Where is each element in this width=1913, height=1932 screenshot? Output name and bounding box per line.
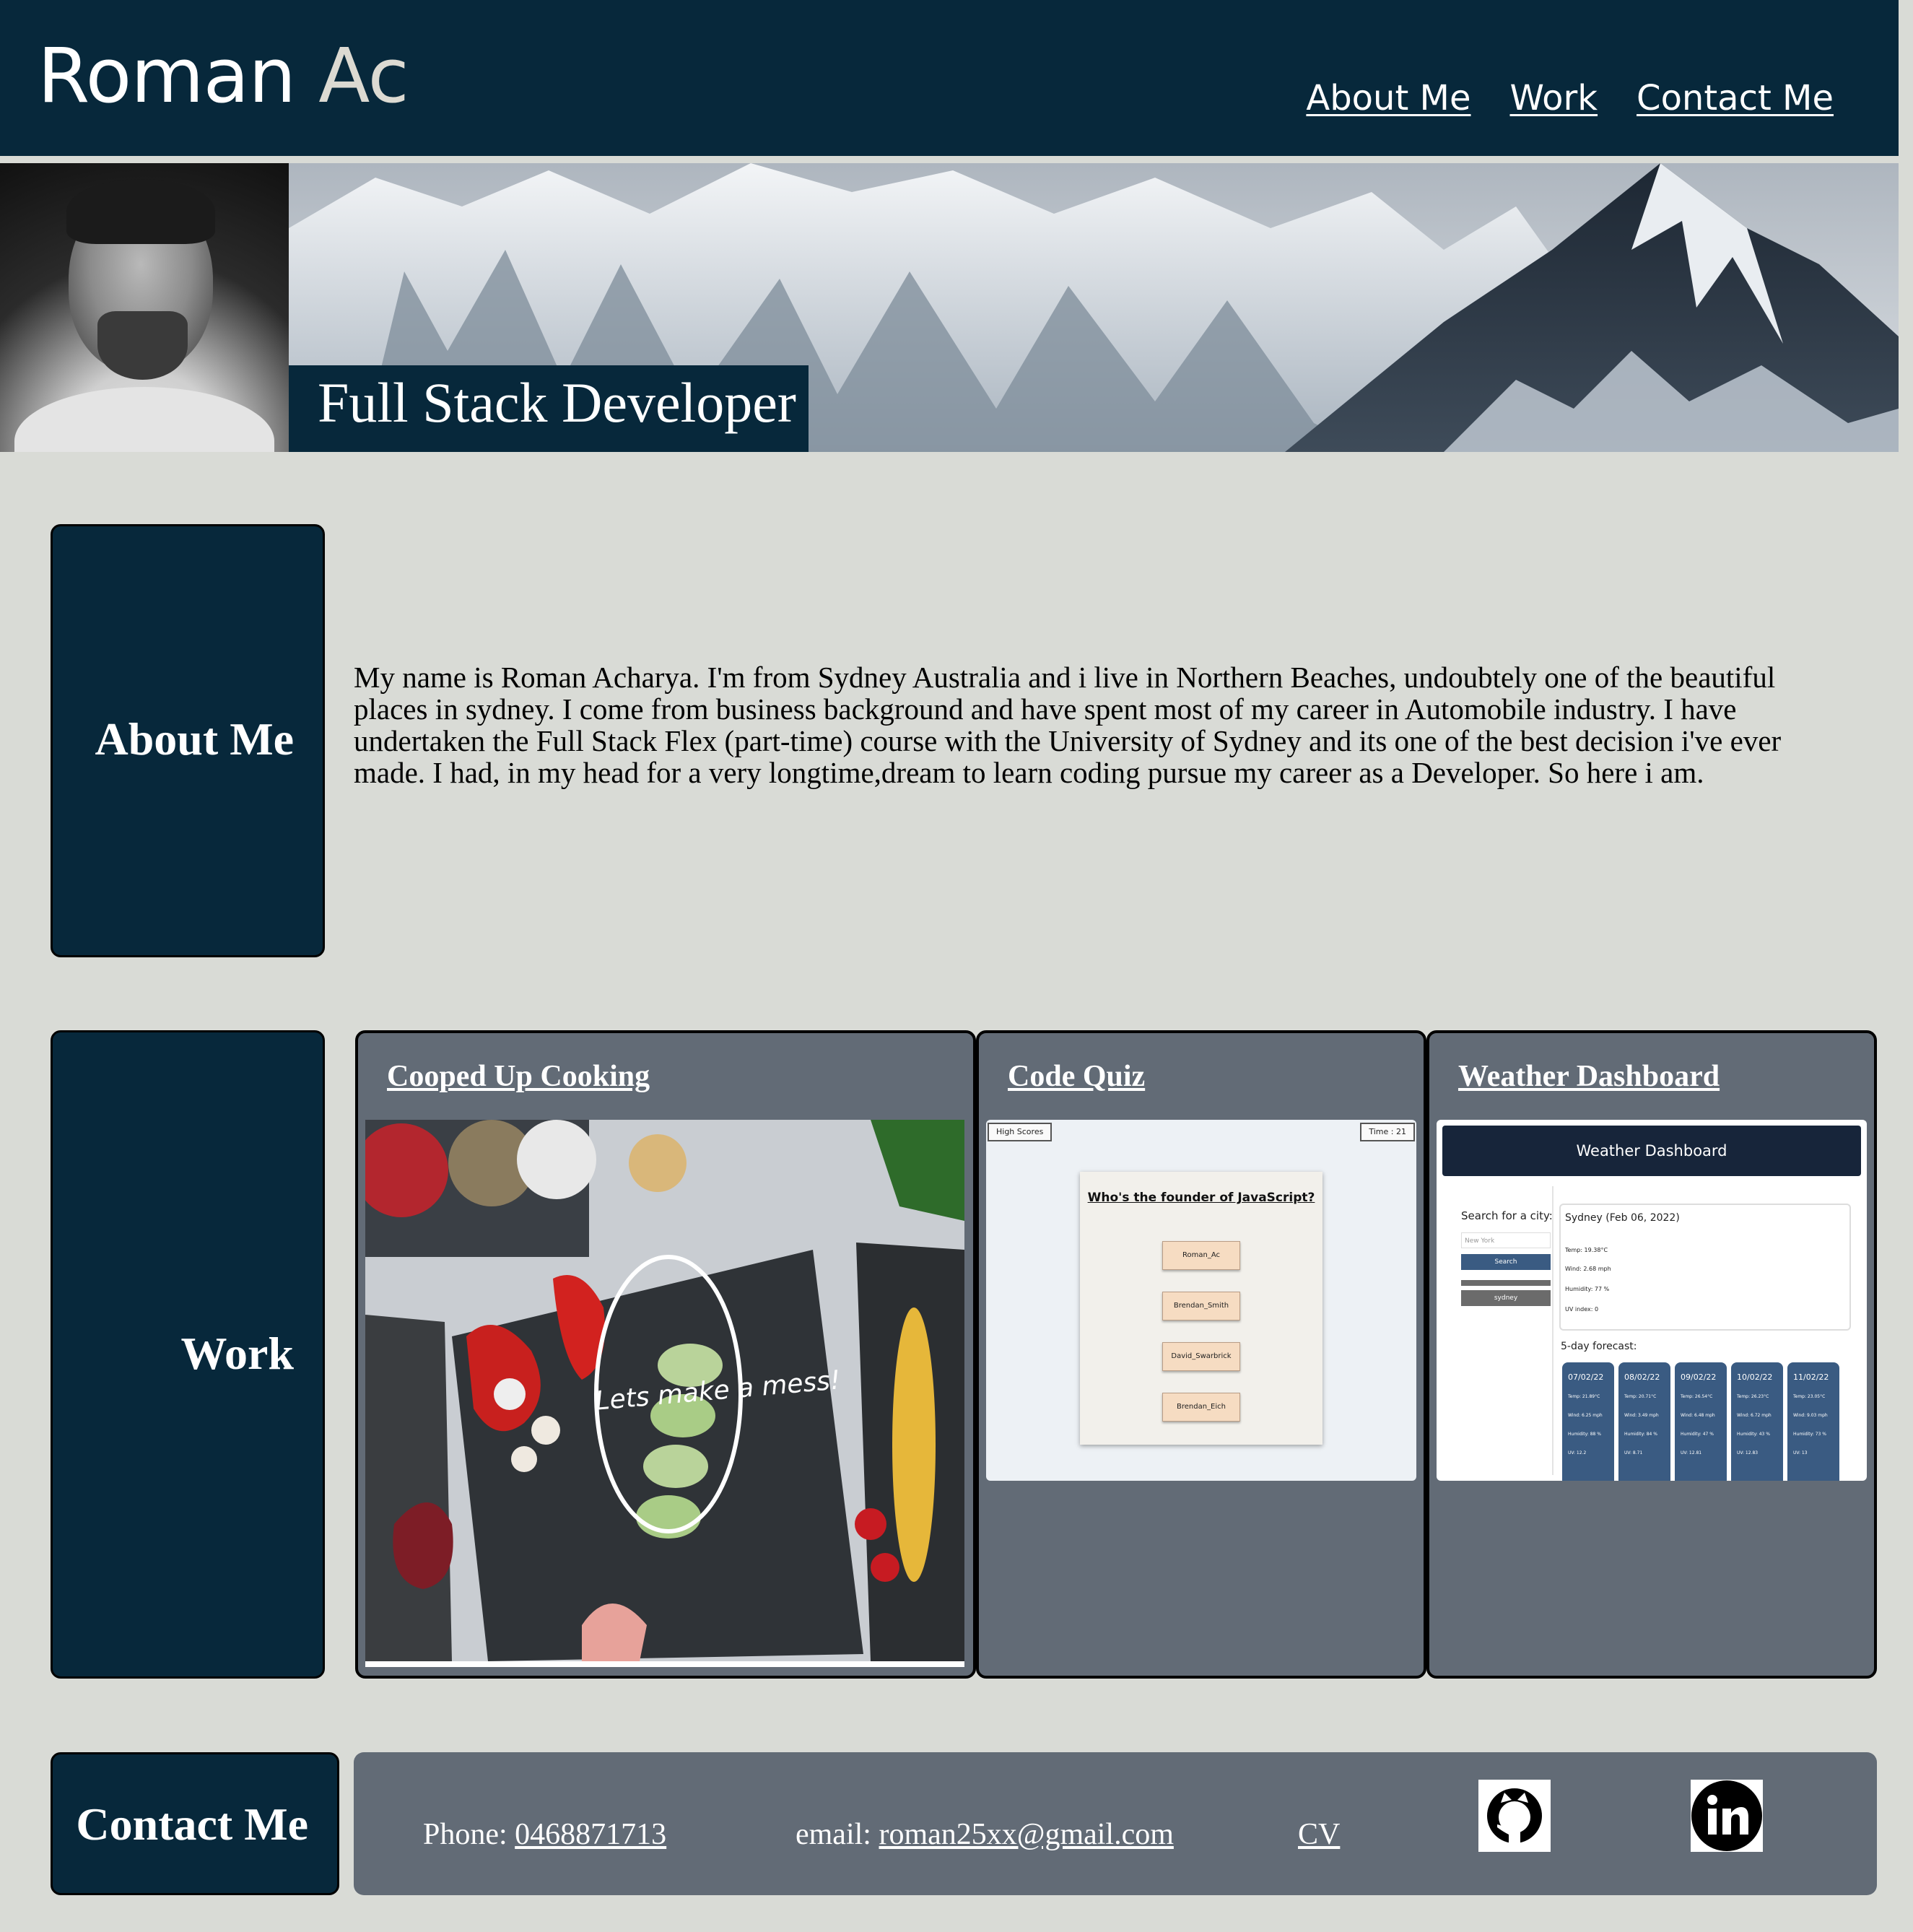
forecast-wind: Wind: 3.49 mph	[1624, 1413, 1659, 1418]
github-icon[interactable]	[1478, 1780, 1551, 1852]
weather-search-input: New York	[1461, 1232, 1551, 1248]
forecast-uv: UV: 12.83	[1737, 1450, 1759, 1455]
quiz-timer: Time : 21	[1360, 1123, 1415, 1141]
forecast-uv: UV: 13	[1793, 1450, 1808, 1455]
nav-work-link[interactable]: Work	[1510, 78, 1598, 118]
quiz-answer: Brendan_Eich	[1162, 1393, 1240, 1422]
forecast-uv: UV: 12.2	[1568, 1450, 1587, 1455]
weather-current: Sydney (Feb 06, 2022) Temp: 19.38°C Wind…	[1559, 1204, 1851, 1331]
forecast-temp: Temp: 26.23°C	[1737, 1394, 1769, 1399]
about-text: My name is Roman Acharya. I'm from Sydne…	[354, 661, 1782, 789]
forecast-wind: Wind: 9.03 mph	[1793, 1413, 1828, 1418]
cv-link[interactable]: CV	[1298, 1818, 1340, 1851]
weather-uv: UV index: 0	[1565, 1306, 1599, 1313]
weather-humidity: Humidity: 77 %	[1565, 1286, 1610, 1292]
contact-phone: Phone: 0468871713	[423, 1817, 666, 1852]
forecast-day-card: 09/02/22 Temp: 26.54°C Wind: 6.48 mph Hu…	[1675, 1362, 1727, 1481]
forecast-humidity: Humidity: 43 %	[1737, 1432, 1770, 1437]
forecast-temp: Temp: 21.89°C	[1568, 1394, 1600, 1399]
nav-contact-link[interactable]: Contact Me	[1637, 78, 1834, 118]
quiz-answer: David_Swarbrick	[1162, 1342, 1240, 1371]
work-heading: Work	[180, 1328, 294, 1379]
email-link[interactable]: roman25xx@gmail.com	[879, 1818, 1173, 1851]
work-heading-box: Work	[51, 1030, 325, 1679]
hero-banner: Full Stack Developer	[0, 163, 1899, 452]
weather-forecast-label: 5-day forecast:	[1561, 1341, 1637, 1352]
forecast-date: 07/02/22	[1568, 1372, 1604, 1382]
forecast-date: 10/02/22	[1737, 1372, 1773, 1382]
project-link-cooking[interactable]: Cooped Up Cooking	[387, 1060, 650, 1093]
contact-bar: Phone: 0468871713 email: roman25xx@gmail…	[354, 1752, 1877, 1895]
weather-sidebar: Search for a city: New York Search sydne…	[1437, 1186, 1554, 1475]
linkedin-icon[interactable]	[1691, 1780, 1763, 1852]
contact-cv: CV	[1298, 1817, 1340, 1852]
forecast-wind: Wind: 6.25 mph	[1568, 1413, 1603, 1418]
weather-search-label: Search for a city:	[1461, 1209, 1553, 1222]
project-link-weather[interactable]: Weather Dashboard	[1458, 1060, 1720, 1093]
project-card-cooking: Cooped Up Cooking Lets make a mess!	[355, 1030, 976, 1679]
quiz-answer: Roman_Ac	[1162, 1241, 1240, 1270]
site-header: Roman Ac About Me Work Contact Me	[0, 0, 1899, 156]
forecast-humidity: Humidity: 47 %	[1681, 1432, 1714, 1437]
weather-history-button: sydney	[1461, 1290, 1551, 1306]
profile-photo	[0, 163, 289, 452]
logo-second: Ac	[295, 32, 409, 120]
about-heading: About Me	[95, 713, 294, 765]
forecast-date: 08/02/22	[1624, 1372, 1660, 1382]
site-logo[interactable]: Roman Ac	[38, 29, 409, 123]
forecast-uv: UV: 12.81	[1681, 1450, 1702, 1455]
main-nav: About Me Work Contact Me	[1306, 78, 1834, 118]
quiz-screenshot[interactable]: High Scores Time : 21 Who's the founder …	[986, 1120, 1416, 1481]
about-heading-box: About Me	[51, 524, 325, 957]
forecast-uv: UV: 8.71	[1624, 1450, 1643, 1455]
weather-temp: Temp: 19.38°C	[1565, 1247, 1608, 1253]
quiz-highscores-tab: High Scores	[988, 1123, 1053, 1141]
weather-wind: Wind: 2.68 mph	[1565, 1266, 1611, 1272]
forecast-temp: Temp: 20.71°C	[1624, 1394, 1657, 1399]
phone-link[interactable]: 0468871713	[515, 1818, 666, 1851]
project-link-quiz[interactable]: Code Quiz	[1008, 1060, 1145, 1093]
quiz-answer: Brendan_Smith	[1162, 1292, 1240, 1320]
forecast-humidity: Humidity: 73 %	[1793, 1432, 1826, 1437]
forecast-humidity: Humidity: 88 %	[1568, 1432, 1601, 1437]
contact-email: email: roman25xx@gmail.com	[796, 1817, 1174, 1852]
cooking-screenshot[interactable]: Lets make a mess!	[365, 1120, 964, 1667]
project-card-weather: Weather Dashboard Weather Dashboard Sear…	[1426, 1030, 1877, 1679]
logo-first: Roman	[38, 32, 296, 120]
forecast-humidity: Humidity: 84 %	[1624, 1432, 1657, 1437]
email-label: email:	[796, 1818, 879, 1851]
project-card-quiz: Code Quiz High Scores Time : 21 Who's th…	[976, 1030, 1426, 1679]
weather-city-date: Sydney (Feb 06, 2022)	[1565, 1212, 1680, 1224]
weather-divider	[1461, 1280, 1551, 1286]
weather-screenshot[interactable]: Weather Dashboard Search for a city: New…	[1437, 1120, 1867, 1481]
forecast-temp: Temp: 23.05°C	[1793, 1394, 1826, 1399]
contact-heading: Contact Me	[76, 1798, 308, 1850]
quiz-panel: Who's the founder of JavaScript? Roman_A…	[1080, 1172, 1322, 1445]
forecast-date: 11/02/22	[1793, 1372, 1829, 1382]
weather-title: Weather Dashboard	[1442, 1126, 1861, 1176]
phone-label: Phone:	[423, 1818, 515, 1851]
forecast-temp: Temp: 26.54°C	[1681, 1394, 1713, 1399]
forecast-day-card: 10/02/22 Temp: 26.23°C Wind: 6.72 mph Hu…	[1731, 1362, 1783, 1481]
forecast-wind: Wind: 6.48 mph	[1681, 1413, 1715, 1418]
forecast-wind: Wind: 6.72 mph	[1737, 1413, 1772, 1418]
forecast-day-card: 11/02/22 Temp: 23.05°C Wind: 9.03 mph Hu…	[1787, 1362, 1839, 1481]
hero-tagline: Full Stack Developer	[289, 365, 809, 452]
weather-search-button: Search	[1461, 1254, 1551, 1270]
quiz-question: Who's the founder of JavaScript?	[1087, 1191, 1315, 1205]
forecast-day-card: 07/02/22 Temp: 21.89°C Wind: 6.25 mph Hu…	[1562, 1362, 1614, 1481]
nav-about-link[interactable]: About Me	[1306, 78, 1470, 118]
contact-heading-box: Contact Me	[51, 1752, 339, 1895]
forecast-day-card: 08/02/22 Temp: 20.71°C Wind: 3.49 mph Hu…	[1618, 1362, 1670, 1481]
forecast-date: 09/02/22	[1681, 1372, 1717, 1382]
